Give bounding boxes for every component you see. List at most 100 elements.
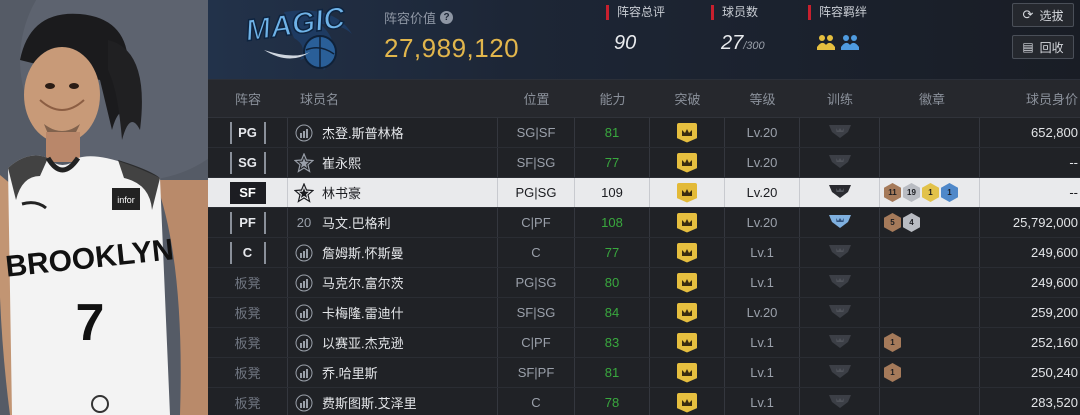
badges-cell: [880, 298, 980, 327]
player-ability: 78: [604, 395, 620, 410]
table-row[interactable]: SG 崔永熙 SF|SG 77 Lv.20 --: [208, 148, 1080, 178]
badges-cell: 54: [880, 208, 980, 237]
table-row[interactable]: 板凳 卡梅隆.雷迪什 SF|SG 84 Lv.20 259,200: [208, 298, 1080, 328]
badge-icon[interactable]: 1: [941, 183, 958, 202]
slot-cell: 板凳: [208, 298, 288, 327]
training-shield-icon[interactable]: [828, 153, 852, 172]
training-shield-icon[interactable]: [828, 303, 852, 322]
level-cell: Lv.20: [725, 148, 800, 177]
player-name[interactable]: 林书豪: [322, 183, 361, 202]
col-ability[interactable]: 能力: [575, 80, 650, 117]
player-name[interactable]: 詹姆斯.怀斯曼: [322, 243, 404, 262]
ability-cell: 80: [575, 268, 650, 297]
player-level: Lv.1: [750, 245, 774, 260]
training-shield-icon[interactable]: [828, 213, 852, 232]
table-row[interactable]: C 詹姆斯.怀斯曼 C 77 Lv.1 249,600: [208, 238, 1080, 268]
table-row[interactable]: 板凳 费斯图斯.艾泽里 C 78 Lv.1 283,520: [208, 388, 1080, 415]
position-cell: SF|SG: [498, 148, 575, 177]
badge-icon[interactable]: 19: [903, 183, 920, 202]
badges-cell: 11 19 1 1: [880, 178, 980, 207]
crown-icon[interactable]: [677, 122, 697, 143]
crown-icon[interactable]: [677, 182, 697, 203]
col-position[interactable]: 位置: [498, 80, 575, 117]
crown-icon[interactable]: [677, 392, 697, 413]
badge-icon[interactable]: 4: [903, 213, 920, 232]
badge-icon[interactable]: 1: [922, 183, 939, 202]
player-name[interactable]: 卡梅隆.雷迪什: [322, 303, 404, 322]
player-name[interactable]: 崔永熙: [322, 153, 361, 172]
star-rank-icon: [294, 182, 314, 203]
player-position: SG|SF: [516, 125, 556, 140]
training-shield-icon[interactable]: [828, 243, 852, 262]
training-shield-icon[interactable]: [828, 183, 852, 202]
player-count: 27: [721, 32, 744, 54]
col-slot[interactable]: 阵容: [208, 80, 288, 117]
bond-blue-icon[interactable]: [840, 32, 860, 52]
slot-tag: PF: [229, 211, 266, 234]
badge-icon[interactable]: 11: [884, 183, 901, 202]
table-row[interactable]: 板凳 以赛亚.杰克逊 C|PF 83 Lv.1 1 252,160: [208, 328, 1080, 358]
badge-icon[interactable]: 1: [884, 333, 901, 352]
training-shield-icon[interactable]: [828, 333, 852, 352]
badges-cell: [880, 118, 980, 147]
table-row[interactable]: 板凳 乔.哈里斯 SF|PF 81 Lv.1 1 250,240: [208, 358, 1080, 388]
table-body: PG 杰登.斯普林格 SG|SF 81 Lv.20 652,800 SG 崔永熙 SF|SG 77…: [208, 118, 1080, 415]
player-value: 259,200: [1031, 305, 1078, 320]
lineup-bond-block: 阵容羁绊: [808, 5, 867, 52]
lineup-rating-block: 阵容总评 90: [606, 5, 665, 55]
help-icon[interactable]: ?: [440, 11, 454, 24]
bar-rank-icon: [294, 393, 314, 413]
player-count-block: 球员数 27/300: [711, 5, 765, 55]
value-cell: --: [980, 148, 1080, 177]
table-row[interactable]: PF 20 马文.巴格利 C|PF 108 Lv.20 5 4 25,792,000: [208, 208, 1080, 238]
training-shield-icon[interactable]: [828, 123, 852, 142]
table-row[interactable]: SF 林书豪 PG|SG 109 Lv.20 11 19 1 1 --: [208, 178, 1080, 208]
badges-cell: [880, 238, 980, 267]
player-ability: 84: [604, 305, 620, 320]
badge-icon[interactable]: 5: [884, 213, 901, 232]
crown-icon[interactable]: [677, 152, 697, 173]
ability-cell: 109: [575, 178, 650, 207]
col-level[interactable]: 等级: [725, 80, 800, 117]
breakthrough-cell: [650, 298, 725, 327]
recycle-button[interactable]: ▤ 回收: [1012, 35, 1074, 59]
position-cell: C: [498, 238, 575, 267]
player-position: SF|SG: [516, 155, 556, 170]
player-level: Lv.1: [750, 395, 774, 410]
col-breakthrough[interactable]: 突破: [650, 80, 725, 117]
crown-icon[interactable]: [677, 332, 697, 353]
crown-icon[interactable]: [677, 212, 697, 233]
breakthrough-cell: [650, 238, 725, 267]
table-row[interactable]: 板凳 马克尔.富尔茨 PG|SG 80 Lv.1 249,600: [208, 268, 1080, 298]
bond-gold-icon[interactable]: [816, 32, 836, 52]
badges-cell: [880, 148, 980, 177]
crown-icon[interactable]: [677, 272, 697, 293]
bench-label: 板凳: [234, 396, 261, 411]
training-shield-icon[interactable]: [828, 363, 852, 382]
badges-cell: [880, 268, 980, 297]
crown-icon[interactable]: [677, 362, 697, 383]
training-shield-icon[interactable]: [828, 273, 852, 292]
pick-button[interactable]: ⟳ 选拔: [1012, 3, 1074, 27]
level-cell: Lv.20: [725, 118, 800, 147]
bar-rank-icon: [294, 123, 314, 143]
col-value[interactable]: 球员身价: [980, 80, 1080, 117]
player-name[interactable]: 乔.哈里斯: [322, 363, 378, 382]
table-row[interactable]: PG 杰登.斯普林格 SG|SF 81 Lv.20 652,800: [208, 118, 1080, 148]
col-name[interactable]: 球员名: [288, 80, 498, 117]
col-training[interactable]: 训练: [800, 80, 880, 117]
name-cell: 以赛亚.杰克逊: [288, 328, 498, 357]
player-name[interactable]: 马克尔.富尔茨: [322, 273, 404, 292]
col-badges[interactable]: 徽章: [880, 80, 980, 117]
player-name[interactable]: 以赛亚.杰克逊: [322, 333, 404, 352]
player-name[interactable]: 马文.巴格利: [322, 213, 391, 232]
badge-icon[interactable]: 1: [884, 363, 901, 382]
crown-icon[interactable]: [677, 302, 697, 323]
player-name[interactable]: 费斯图斯.艾泽里: [322, 393, 417, 412]
ability-cell: 108: [575, 208, 650, 237]
crown-icon[interactable]: [677, 242, 697, 263]
bench-label: 板凳: [234, 366, 261, 381]
training-shield-icon[interactable]: [828, 393, 852, 412]
lineup-value-block: 阵容价值 ? 27,989,120: [384, 8, 519, 64]
player-name[interactable]: 杰登.斯普林格: [322, 123, 404, 142]
